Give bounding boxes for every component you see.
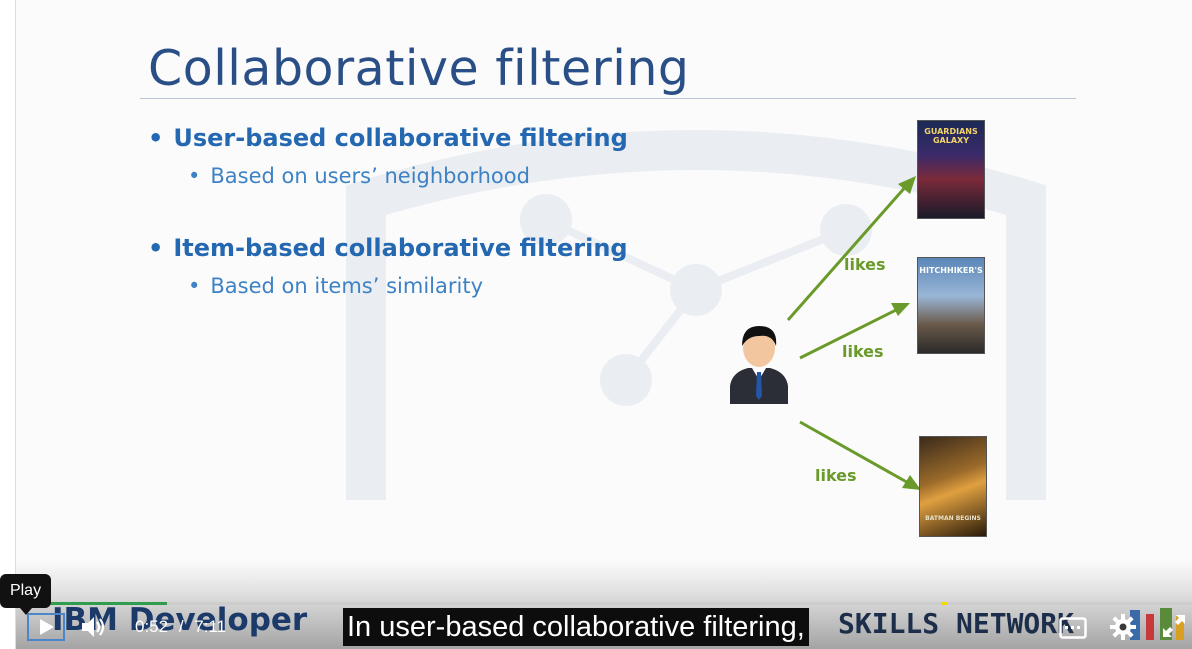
likes-arrows	[786, 176, 921, 490]
duration: 7:11	[194, 617, 227, 636]
likes-label: likes	[815, 466, 857, 485]
gear-icon[interactable]	[1110, 614, 1136, 640]
play-tooltip: Play	[0, 574, 51, 615]
page-left-border	[0, 0, 16, 649]
bullet-text: Based on items’ similarity	[210, 274, 484, 298]
title-divider	[140, 98, 1076, 99]
progress-marker	[941, 602, 947, 605]
poster-title: HITCHHIKER'S	[919, 266, 983, 275]
bullet-text: User-based collaborative filtering	[173, 124, 628, 152]
time-separator: /	[178, 617, 184, 636]
likes-label: likes	[842, 342, 884, 361]
poster-title: GUARDIANS GALAXY	[924, 127, 978, 145]
volume-icon[interactable]	[80, 615, 106, 639]
closed-captions-icon[interactable]	[1059, 617, 1087, 639]
bullet-dot: •	[188, 164, 201, 188]
movie-poster-icon: BATMAN BEGINS	[919, 436, 987, 537]
bullet-text: Item-based collaborative filtering	[173, 234, 628, 262]
fullscreen-icon[interactable]	[1162, 614, 1186, 638]
likes-label: likes	[844, 255, 886, 274]
skills-network-logo: SKILLS NETWORK	[838, 607, 1075, 640]
poster-title: BATMAN BEGINS	[925, 515, 981, 522]
play-button[interactable]	[27, 613, 65, 641]
time-display: 0:52 / 7:11	[135, 617, 226, 637]
progress-bar[interactable]	[16, 602, 1192, 605]
bullet-dot: •	[148, 234, 164, 262]
bullet-dot: •	[148, 124, 164, 152]
bullet-text: Based on users’ neighborhood	[210, 164, 530, 188]
bullet-dot: •	[188, 274, 201, 298]
play-icon	[40, 619, 54, 635]
movie-poster-icon: GUARDIANS GALAXY	[917, 120, 985, 219]
slide-title: Collaborative filtering	[148, 40, 690, 97]
bullet-user-based: • User-based collaborative filtering	[148, 124, 628, 152]
movie-poster-icon: HITCHHIKER'S	[917, 257, 985, 354]
sub-bullet-items-similarity: • Based on items’ similarity	[188, 274, 483, 298]
sub-bullet-users-neighborhood: • Based on users’ neighborhood	[188, 164, 530, 188]
current-time: 0:52	[135, 617, 169, 636]
video-player[interactable]: Collaborative filtering • User-based coll…	[16, 0, 1192, 649]
closed-caption-text: In user-based collaborative filtering,	[343, 608, 809, 646]
bullet-item-based: • Item-based collaborative filtering	[148, 234, 628, 262]
